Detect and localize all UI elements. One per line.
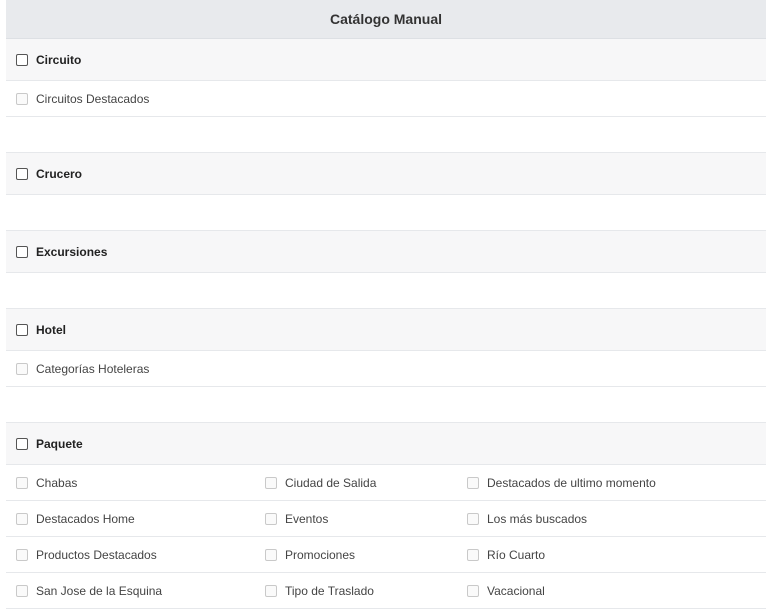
option-checkbox[interactable] [467, 512, 479, 525]
paquete-checkbox[interactable] [16, 437, 28, 450]
circuito-checkbox[interactable] [16, 53, 28, 66]
option-checkbox[interactable] [16, 512, 28, 525]
option-checkbox[interactable] [265, 584, 277, 597]
section-circuito[interactable]: Circuito [6, 39, 766, 81]
option-label: Vacacional [487, 583, 545, 598]
option-los-mas-buscados[interactable]: Los más buscados [457, 512, 766, 526]
excursiones-checkbox[interactable] [16, 245, 28, 258]
option-productos-destacados[interactable]: Productos Destacados [6, 548, 255, 562]
section-spacer [6, 273, 766, 309]
option-row: Chabas Ciudad de Salida Destacados de ul… [6, 465, 766, 501]
panel-title: Catálogo Manual [329, 11, 442, 27]
section-spacer [6, 195, 766, 231]
option-label: Categorías Hoteleras [36, 361, 150, 376]
section-excursiones[interactable]: Excursiones [6, 231, 766, 273]
option-categorias-hoteleras[interactable]: Categorías Hoteleras [6, 362, 255, 376]
option-checkbox[interactable] [265, 548, 277, 561]
option-label: Circuitos Destacados [36, 91, 150, 106]
option-ciudad-de-salida[interactable]: Ciudad de Salida [255, 476, 457, 490]
option-label: Chabas [36, 475, 78, 490]
catalog-panel: Catálogo Manual Circuito Circuitos Desta… [6, 0, 766, 609]
option-row: Destacados Home Eventos Los más buscados [6, 501, 766, 537]
option-row: San Jose de la Esquina Tipo de Traslado … [6, 573, 766, 609]
option-vacacional[interactable]: Vacacional [457, 584, 766, 598]
option-tipo-de-traslado[interactable]: Tipo de Traslado [255, 584, 457, 598]
option-label: Los más buscados [487, 511, 588, 526]
section-hotel[interactable]: Hotel [6, 309, 766, 351]
hotel-checkbox[interactable] [16, 323, 28, 336]
option-checkbox[interactable] [467, 476, 479, 489]
option-san-jose-de-la-esquina[interactable]: San Jose de la Esquina [6, 584, 255, 598]
section-label: Hotel [36, 322, 66, 337]
option-label: Eventos [285, 511, 329, 526]
section-label: Crucero [36, 166, 83, 181]
section-paquete[interactable]: Paquete [6, 423, 766, 465]
option-checkbox[interactable] [16, 476, 28, 489]
option-label: Tipo de Traslado [285, 583, 374, 598]
option-checkbox[interactable] [16, 584, 28, 597]
option-label: Ciudad de Salida [285, 475, 377, 490]
option-label: Destacados de ultimo momento [487, 475, 656, 490]
option-checkbox[interactable] [16, 362, 28, 375]
option-rio-cuarto[interactable]: Río Cuarto [457, 548, 766, 562]
option-label: Promociones [285, 547, 356, 562]
section-label: Circuito [36, 52, 82, 67]
option-promociones[interactable]: Promociones [255, 548, 457, 562]
option-label: San Jose de la Esquina [36, 583, 163, 598]
option-row: Categorías Hoteleras [6, 351, 766, 387]
option-label: Río Cuarto [487, 547, 546, 562]
crucero-checkbox[interactable] [16, 167, 28, 180]
option-destacados-home[interactable]: Destacados Home [6, 512, 255, 526]
option-checkbox[interactable] [265, 476, 277, 489]
option-label: Productos Destacados [36, 547, 157, 562]
option-eventos[interactable]: Eventos [255, 512, 457, 526]
option-checkbox[interactable] [467, 584, 479, 597]
section-label: Excursiones [36, 244, 108, 259]
option-checkbox[interactable] [16, 548, 28, 561]
option-destacados-ultimo-momento[interactable]: Destacados de ultimo momento [457, 476, 766, 490]
section-label: Paquete [36, 436, 83, 451]
option-checkbox[interactable] [467, 548, 479, 561]
section-crucero[interactable]: Crucero [6, 153, 766, 195]
option-checkbox[interactable] [16, 92, 28, 105]
section-spacer [6, 117, 766, 153]
option-label: Destacados Home [36, 511, 135, 526]
option-row: Circuitos Destacados [6, 81, 766, 117]
option-chabas[interactable]: Chabas [6, 476, 255, 490]
option-circuitos-destacados[interactable]: Circuitos Destacados [6, 92, 255, 106]
panel-header: Catálogo Manual [6, 0, 766, 39]
option-checkbox[interactable] [265, 512, 277, 525]
option-row: Productos Destacados Promociones Río Cua… [6, 537, 766, 573]
section-spacer [6, 387, 766, 423]
